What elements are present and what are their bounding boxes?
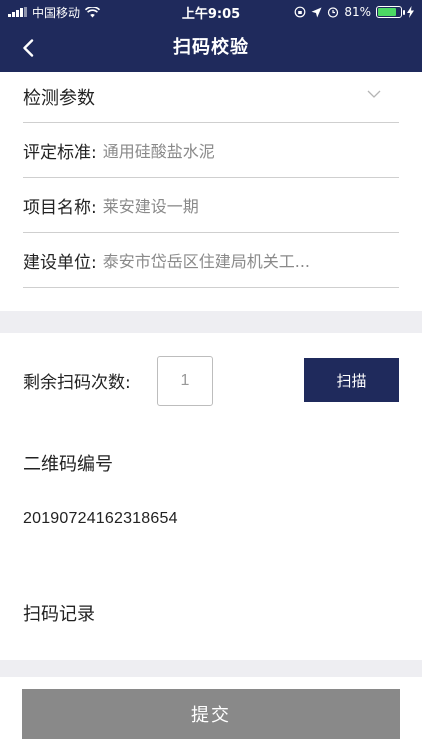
alarm-icon bbox=[328, 7, 339, 18]
project-label: 项目名称: bbox=[23, 197, 97, 218]
charging-icon bbox=[407, 6, 414, 18]
param-label: 检测参数 bbox=[23, 88, 95, 109]
standard-label: 评定标准: bbox=[23, 142, 97, 163]
battery-fill bbox=[378, 8, 396, 16]
project-row: 项目名称: 莱安建设一期 bbox=[23, 178, 399, 233]
status-bar: 中国移动 上午9:05 81% bbox=[0, 0, 422, 24]
qr-code-label: 二维码编号 bbox=[23, 454, 113, 475]
battery-percent: 81% bbox=[344, 5, 371, 19]
project-value: 莱安建设一期 bbox=[102, 197, 199, 216]
standard-row: 评定标准: 通用硅酸盐水泥 bbox=[23, 123, 399, 178]
submit-button[interactable]: 提交 bbox=[22, 689, 400, 739]
page-title: 扫码校验 bbox=[173, 37, 249, 58]
param-select[interactable]: 检测参数 bbox=[23, 72, 399, 123]
chevron-down-icon bbox=[367, 90, 381, 98]
location-icon bbox=[311, 7, 322, 17]
header: 中国移动 上午9:05 81% 扫码校验 bbox=[0, 0, 422, 72]
scan-record-label[interactable]: 扫码记录 bbox=[23, 600, 95, 626]
navbar: 扫码校验 bbox=[0, 24, 422, 72]
battery-icon bbox=[376, 6, 405, 18]
unit-label: 建设单位: bbox=[23, 252, 97, 273]
unit-row: 建设单位: 泰安市岱岳区住建局机关工... bbox=[23, 233, 399, 288]
qr-code-value: 20190724162318654 bbox=[23, 510, 178, 527]
scan-button[interactable]: 扫描 bbox=[304, 358, 399, 402]
section-divider bbox=[0, 660, 422, 677]
unit-value: 泰安市岱岳区住建局机关工... bbox=[102, 252, 310, 271]
section-divider bbox=[0, 311, 422, 333]
scan-count-label: 剩余扫码次数: bbox=[23, 373, 131, 393]
scan-count-input[interactable] bbox=[157, 356, 213, 406]
standard-value: 通用硅酸盐水泥 bbox=[102, 142, 215, 161]
rotation-lock-icon bbox=[294, 6, 306, 18]
